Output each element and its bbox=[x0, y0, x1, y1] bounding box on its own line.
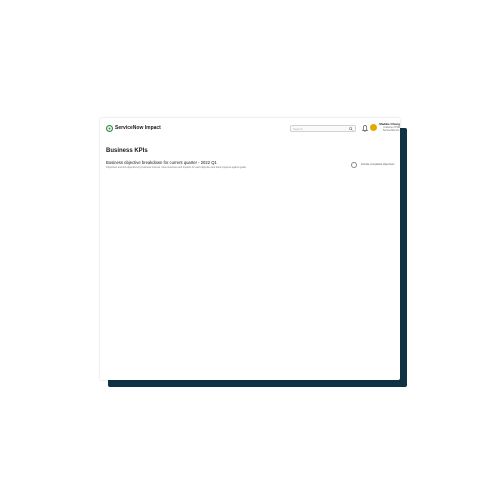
search-input[interactable] bbox=[293, 126, 345, 132]
section-description: Objectives and sub-objectives by busines… bbox=[106, 166, 247, 169]
global-search[interactable] bbox=[290, 125, 356, 132]
user-avatar[interactable] bbox=[370, 124, 377, 131]
page-title: Business KPIs bbox=[106, 148, 148, 154]
app-window: ServiceNow Impact Maddie Chung Customer … bbox=[100, 118, 400, 380]
search-icon[interactable] bbox=[349, 127, 353, 131]
top-navigation-bar: ServiceNow Impact Maddie Chung Customer … bbox=[100, 118, 400, 140]
section-title: Business objective breakdown for current… bbox=[106, 160, 217, 165]
include-completed-toggle[interactable] bbox=[351, 162, 357, 168]
stage: ServiceNow Impact Maddie Chung Customer … bbox=[0, 0, 500, 500]
notification-bell-icon[interactable] bbox=[362, 125, 368, 132]
app-title[interactable]: ServiceNow Impact bbox=[115, 125, 161, 132]
user-role-line-2: ServiceNow Inc. bbox=[382, 129, 400, 132]
user-info[interactable]: Maddie Chung Customer ITSM ServiceNow In… bbox=[378, 123, 400, 133]
servicenow-logo-icon[interactable] bbox=[106, 125, 113, 132]
include-completed-label: Include completed objectives bbox=[361, 163, 395, 166]
